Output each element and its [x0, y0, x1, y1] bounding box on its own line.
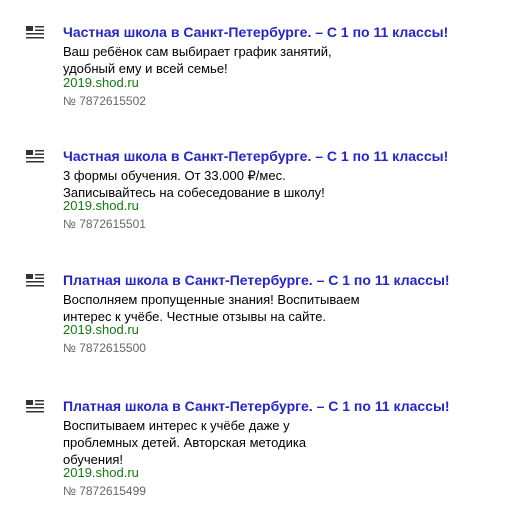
ad-description-line: 3 формы обучения. От 33.000 ₽/мес. — [63, 168, 286, 183]
ad-number: № 7872615501 — [63, 217, 146, 231]
ad-description: Ваш ребёнок сам выбирает график занятий,… — [63, 43, 332, 77]
ad-title-link[interactable]: Частная школа в Санкт-Петербурге. – С 1 … — [63, 147, 448, 165]
ad-description-line: Ваш ребёнок сам выбирает график занятий, — [63, 44, 332, 59]
ad-domain-link[interactable]: 2019.shod.ru — [63, 74, 139, 91]
list-icon — [26, 26, 44, 39]
ad-title-link[interactable]: Платная школа в Санкт-Петербурге. – С 1 … — [63, 271, 450, 289]
ad-title-link[interactable]: Платная школа в Санкт-Петербурге. – С 1 … — [63, 397, 450, 415]
list-icon — [26, 150, 44, 163]
list-icon — [26, 400, 44, 413]
ad-description-line: Воспитываем интерес к учёбе даже у — [63, 418, 290, 433]
ad-description-line: проблемных детей. Авторская методика — [63, 435, 307, 450]
list-icon — [26, 274, 44, 287]
ad-domain-link[interactable]: 2019.shod.ru — [63, 321, 139, 338]
ad-domain-link[interactable]: 2019.shod.ru — [63, 464, 139, 481]
ad-description: 3 формы обучения. От 33.000 ₽/мес. Запис… — [63, 167, 325, 201]
ad-description: Восполняем пропущенные знания! Воспитыва… — [63, 291, 360, 325]
ad-description: Воспитываем интерес к учёбе даже у пробл… — [63, 417, 306, 468]
ad-number: № 7872615499 — [63, 484, 146, 498]
ad-number: № 7872615500 — [63, 341, 146, 355]
ad-domain-link[interactable]: 2019.shod.ru — [63, 197, 139, 214]
ad-description-line: Восполняем пропущенные знания! Воспитыва… — [63, 292, 360, 307]
ad-number: № 7872615502 — [63, 94, 146, 108]
ad-title-link[interactable]: Частная школа в Санкт-Петербурге. – С 1 … — [63, 23, 448, 41]
